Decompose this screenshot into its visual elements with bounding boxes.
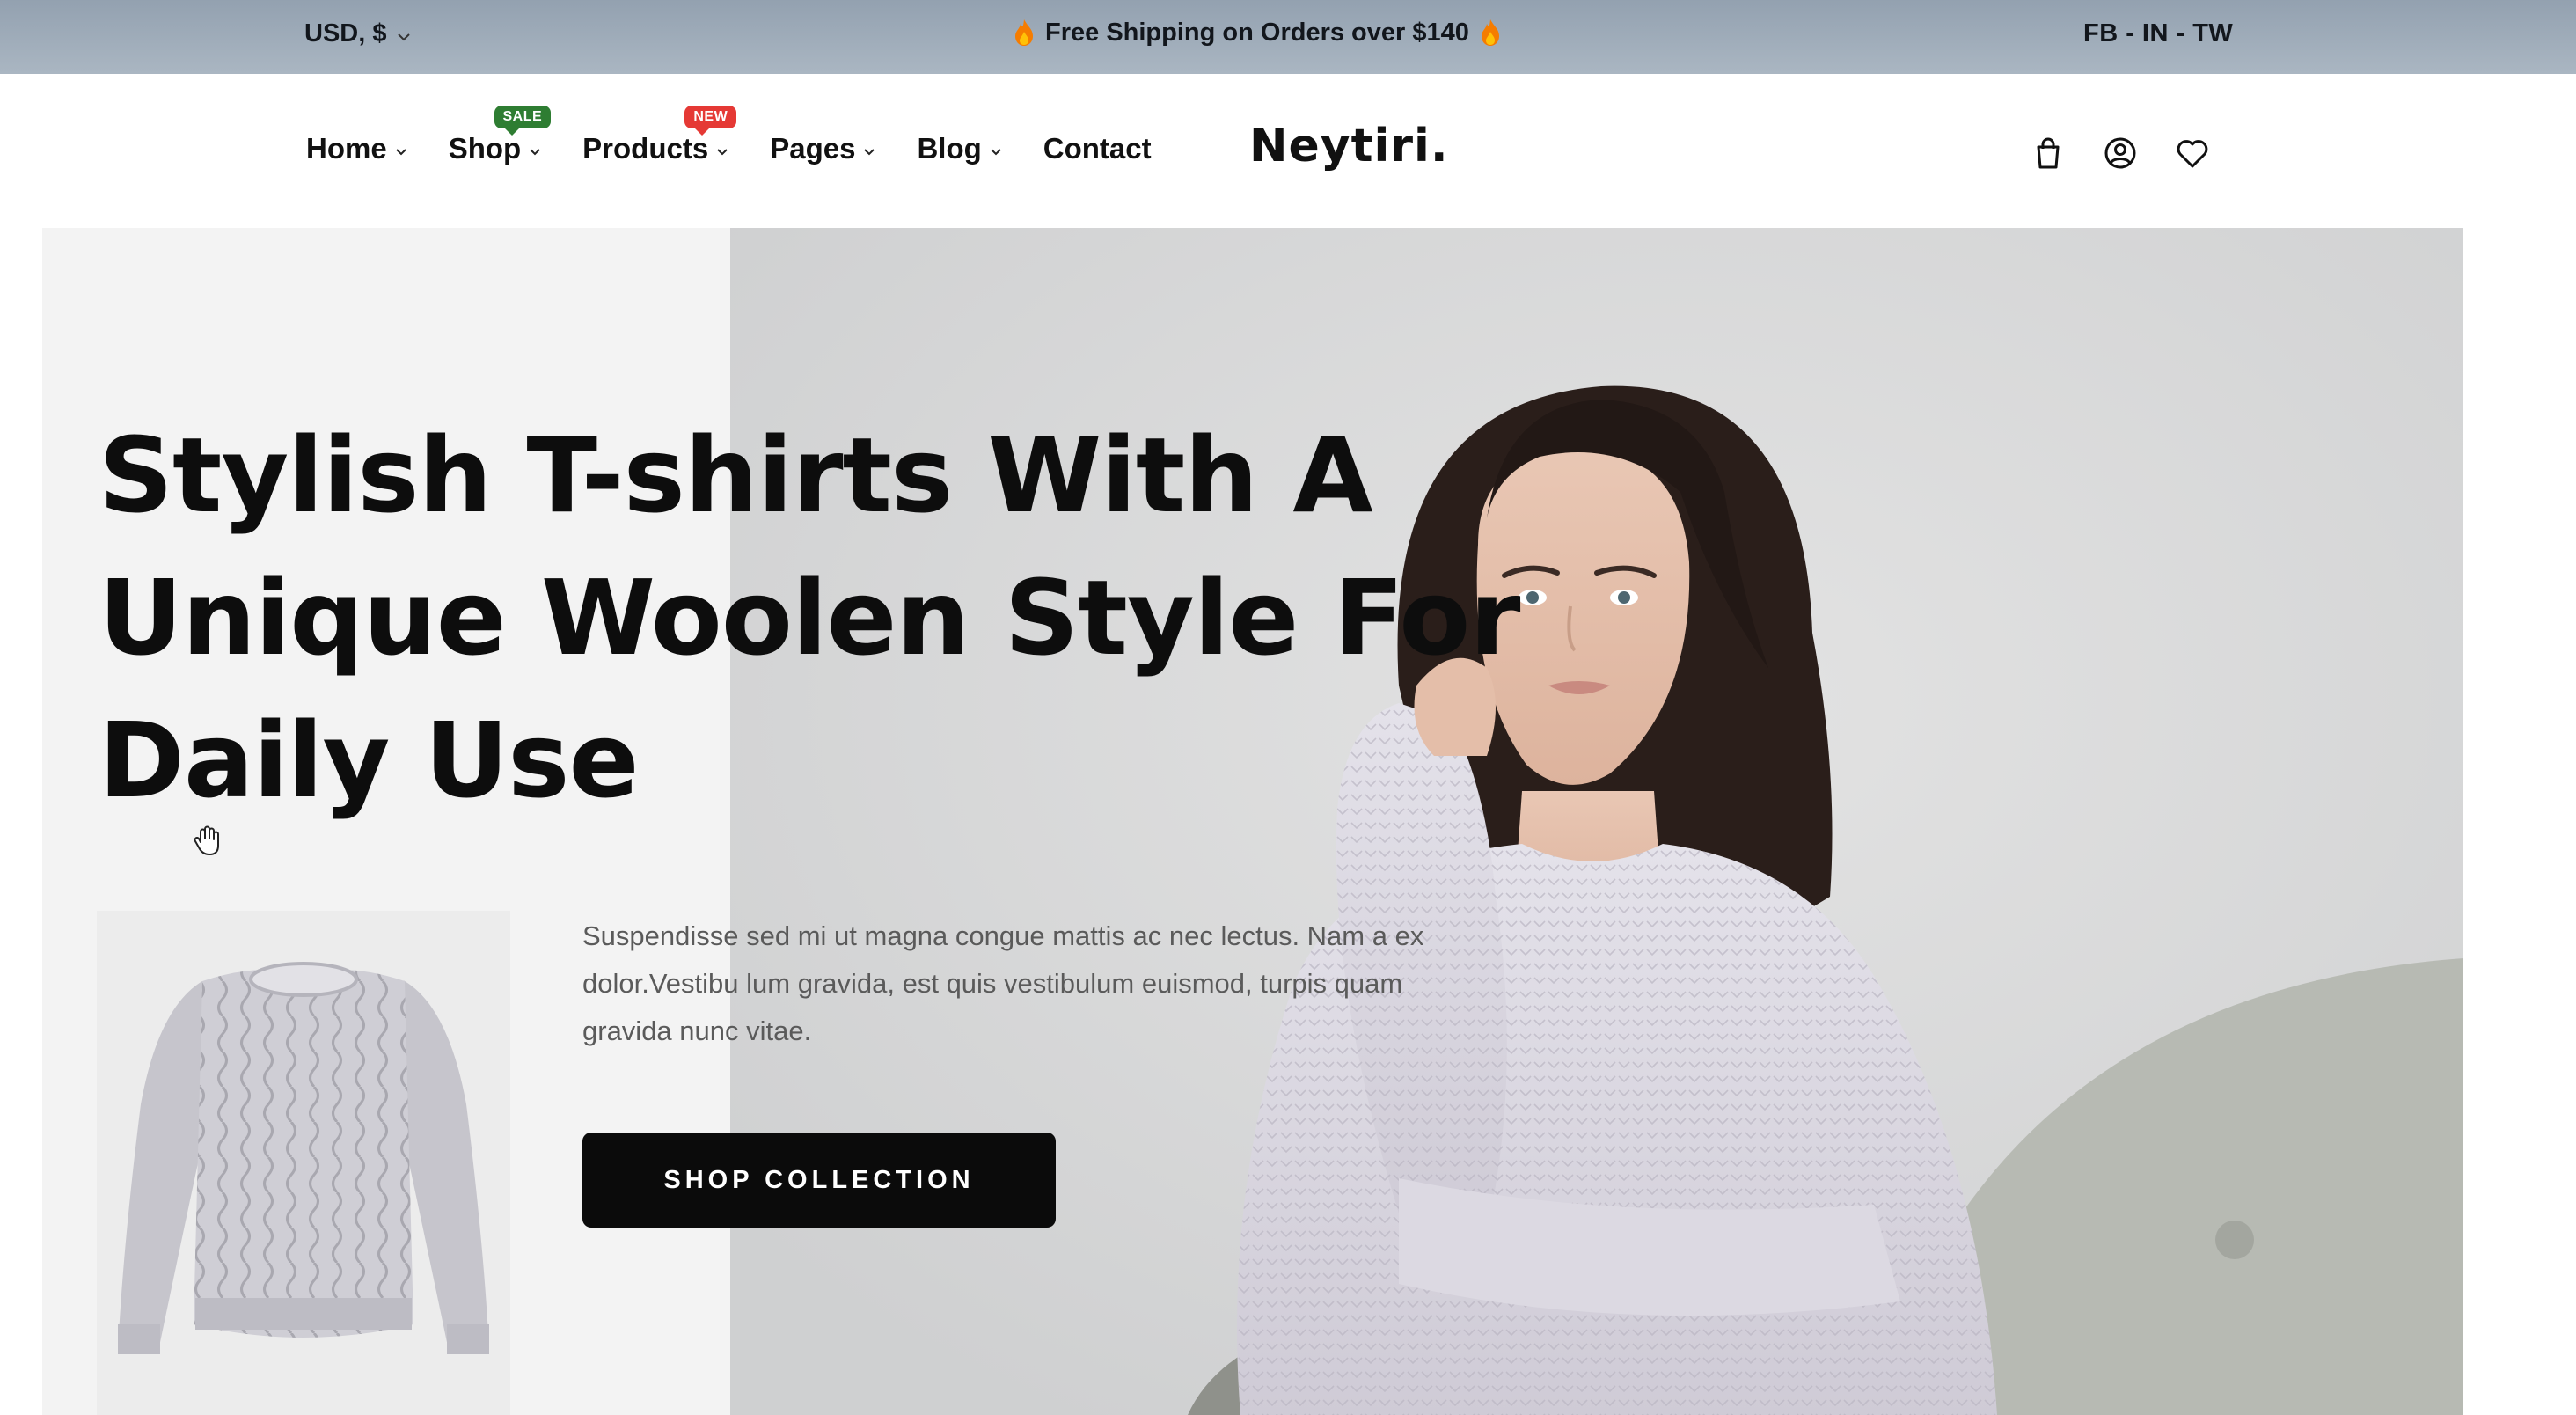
headline-line: Daily Use bbox=[99, 700, 640, 821]
shipping-promo: Free Shipping on Orders over $140 bbox=[1012, 18, 1503, 48]
currency-selector[interactable]: USD, $ bbox=[304, 19, 411, 48]
hand-cursor-icon bbox=[194, 825, 219, 855]
social-links[interactable]: FB - IN - TW bbox=[2083, 19, 2233, 48]
wishlist-heart-icon[interactable] bbox=[2175, 136, 2210, 171]
product-thumbnail[interactable] bbox=[97, 911, 510, 1415]
announcement-bar: USD, $ Free Shipping on Orders over $140… bbox=[0, 0, 2576, 74]
new-badge: NEW bbox=[684, 106, 737, 136]
chevron-down-icon bbox=[395, 149, 406, 156]
nav-label: Blog bbox=[917, 132, 982, 165]
headline-line: Stylish T-shirts With A bbox=[99, 414, 1373, 536]
currency-label: USD, $ bbox=[304, 19, 387, 48]
user-account-icon[interactable] bbox=[2103, 136, 2138, 171]
hero-description: Suspendisse sed mi ut magna congue matti… bbox=[582, 920, 1424, 1046]
hero-banner: Stylish T-shirts With A Unique Woolen St… bbox=[42, 228, 2463, 1415]
nav-item-contact[interactable]: Contact bbox=[1043, 132, 1152, 165]
nav-item-pages[interactable]: Pages bbox=[770, 132, 876, 165]
fire-icon bbox=[1481, 19, 1499, 46]
sale-badge: SALE bbox=[494, 106, 552, 136]
shop-collection-button[interactable]: SHOP COLLECTION bbox=[582, 1133, 1056, 1228]
nav-item-products[interactable]: NEW Products bbox=[582, 106, 737, 165]
nav-label: Products bbox=[582, 132, 709, 165]
headline-line: Unique Woolen Style For bbox=[99, 557, 1520, 678]
shopping-bag-icon[interactable] bbox=[2031, 136, 2066, 171]
nav-label: Home bbox=[306, 132, 387, 165]
chevron-down-icon bbox=[991, 149, 1001, 156]
chevron-down-icon bbox=[864, 149, 875, 156]
chevron-down-icon bbox=[398, 33, 411, 40]
nav-label: Contact bbox=[1043, 132, 1152, 165]
sweater-product-image bbox=[97, 911, 510, 1415]
brand-logo[interactable]: Neytiri. bbox=[1249, 120, 1449, 172]
main-nav: Home SALE Shop NEW Products Pages Blog C… bbox=[306, 106, 1192, 165]
fire-icon bbox=[1015, 19, 1033, 46]
header-actions bbox=[2031, 136, 2210, 171]
nav-label: Pages bbox=[770, 132, 856, 165]
chevron-down-icon bbox=[530, 149, 540, 156]
hero-headline: Stylish T-shirts With A Unique Woolen St… bbox=[99, 404, 1520, 832]
nav-item-home[interactable]: Home bbox=[306, 132, 408, 165]
nav-label: Shop bbox=[448, 132, 522, 165]
chevron-down-icon bbox=[717, 149, 728, 156]
nav-item-blog[interactable]: Blog bbox=[917, 132, 1002, 165]
nav-item-shop[interactable]: SALE Shop bbox=[448, 106, 552, 165]
promo-text: Free Shipping on Orders over $140 bbox=[1045, 18, 1469, 47]
